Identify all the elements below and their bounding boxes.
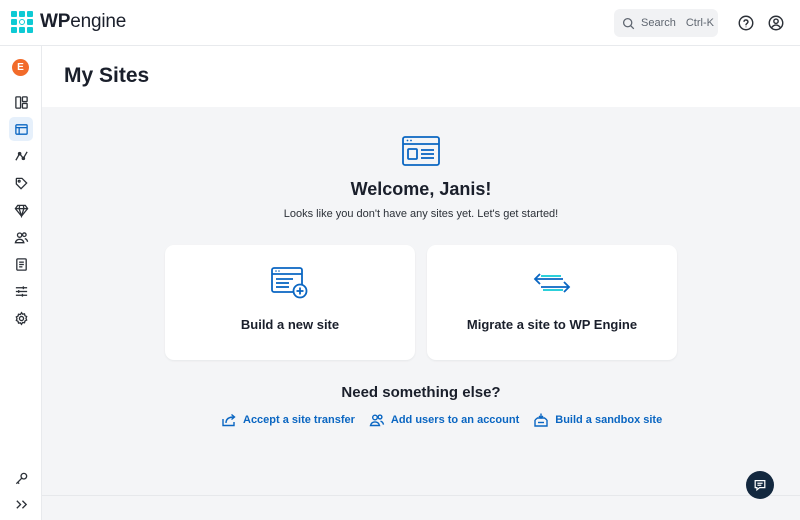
add-users-label: Add users to an account	[390, 414, 520, 426]
logo-text-bold: WP	[40, 11, 71, 32]
sidebar-item-tags[interactable]	[9, 171, 33, 195]
quick-links: Accept a site transfer Add users to an a…	[221, 412, 662, 428]
sites-icon	[14, 123, 28, 135]
need-something-heading: Need something else?	[341, 384, 501, 401]
chat-button[interactable]	[746, 471, 774, 499]
sandbox-icon	[534, 413, 548, 427]
settings-sliders-icon	[15, 285, 27, 297]
sidebar-item-api-keys[interactable]	[9, 466, 33, 490]
chat-icon	[754, 480, 766, 492]
user-circle-icon[interactable]	[767, 14, 785, 32]
sidebar-item-premium[interactable]	[9, 198, 33, 222]
accept-site-transfer-label: Accept a site transfer	[243, 414, 355, 426]
key-icon	[15, 472, 27, 484]
sidebar-item-dashboard[interactable]	[9, 90, 33, 114]
page-title: My Sites	[64, 64, 150, 87]
build-sandbox-label: Build a sandbox site	[555, 414, 663, 426]
sidebar-item-billing[interactable]	[9, 252, 33, 276]
migrate-site-label: Migrate a site to WP Engine	[466, 317, 638, 332]
sidebar-item-settings[interactable]	[9, 306, 33, 330]
add-users-icon	[369, 414, 385, 427]
gem-icon	[14, 204, 28, 218]
users-icon	[14, 231, 28, 243]
welcome-subtitle: Looks like you don't have any sites yet.…	[283, 208, 559, 220]
billing-icon	[15, 257, 27, 271]
sidebar-item-users[interactable]	[9, 225, 33, 249]
logo-text-rest: engine	[70, 11, 127, 32]
sidebar-expand-button[interactable]	[9, 492, 33, 516]
page-header: My Sites	[42, 46, 800, 107]
build-new-site-card[interactable]: Build a new site	[165, 245, 415, 360]
search-icon	[622, 17, 635, 29]
migrate-icon	[533, 273, 571, 293]
migrate-site-card[interactable]: Migrate a site to WP Engine	[427, 245, 677, 360]
analytics-icon	[14, 150, 28, 161]
top-header: WPengine Search Ctrl-K	[0, 0, 800, 46]
build-new-site-label: Build a new site	[240, 317, 340, 332]
tag-icon	[15, 177, 28, 190]
build-site-icon	[271, 267, 308, 299]
sidebar-item-analytics[interactable]	[9, 144, 33, 168]
wp-engine-logo[interactable]: WPengine	[11, 11, 126, 33]
build-sandbox-link[interactable]: Build a sandbox site	[533, 412, 662, 428]
gear-icon	[15, 311, 27, 325]
account-avatar[interactable]: E	[12, 59, 29, 76]
search-shortcut: Ctrl-K	[685, 17, 714, 29]
accept-site-transfer-link[interactable]: Accept a site transfer	[221, 412, 355, 428]
main-content: Welcome, Janis! Looks like you don't hav…	[42, 107, 800, 495]
sidebar: E	[0, 46, 42, 520]
help-circle-icon[interactable]	[737, 14, 755, 32]
welcome-heading: Welcome, Janis!	[350, 179, 492, 199]
website-icon	[402, 136, 440, 166]
sidebar-item-configuration[interactable]	[9, 279, 33, 303]
footer-strip	[42, 495, 800, 520]
logo-mark-icon	[11, 11, 33, 33]
transfer-icon	[222, 413, 236, 427]
sidebar-item-sites[interactable]	[9, 117, 33, 141]
dashboard-icon	[14, 95, 28, 109]
add-users-link[interactable]: Add users to an account	[369, 412, 519, 428]
expand-icon	[15, 499, 27, 509]
search-button[interactable]: Search Ctrl-K	[614, 9, 718, 37]
search-label: Search	[641, 17, 676, 29]
